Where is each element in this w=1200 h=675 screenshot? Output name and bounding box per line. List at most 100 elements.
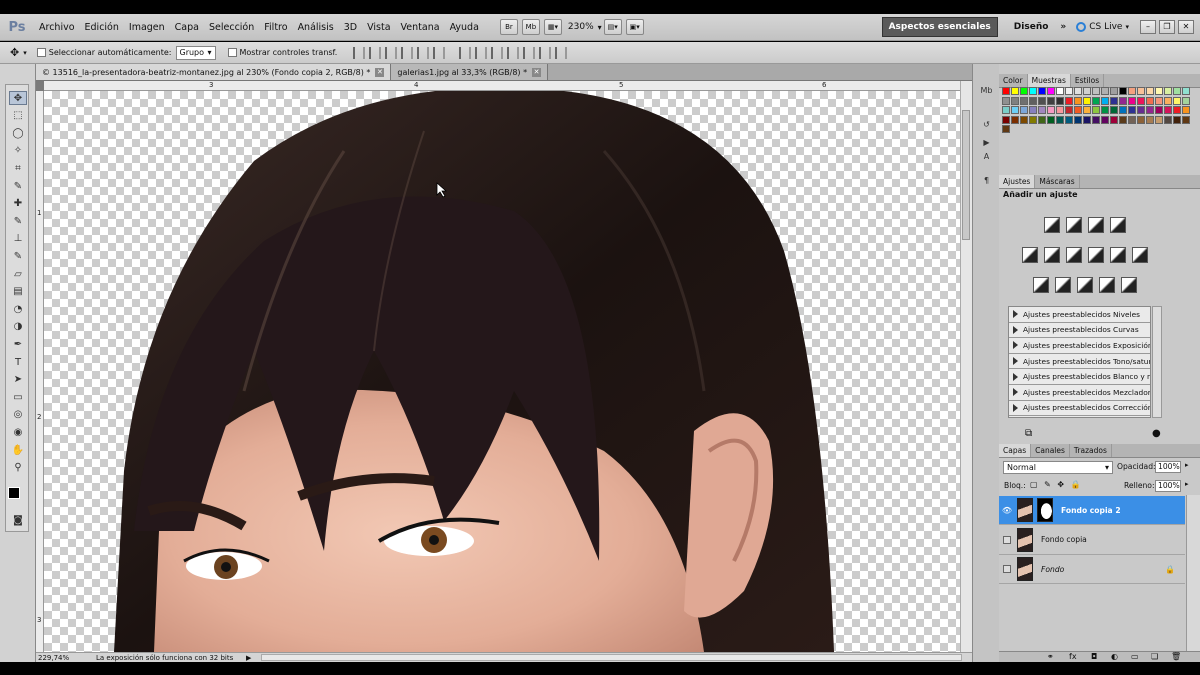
color-swatch[interactable] [1056,87,1064,95]
document-tab[interactable]: galerias1.jpg al 33,3% (RGB/8) * ✕ [391,64,549,80]
expand-arrow-icon[interactable] [1013,388,1018,397]
curves-icon[interactable] [1088,217,1104,233]
color-swatch[interactable] [1011,87,1019,95]
color-swatch[interactable] [1002,115,1010,124]
document-tab[interactable]: © 13516_la-presentadora-beatriz-montanez… [36,64,392,80]
arrange-documents-button[interactable]: ▤▾ [603,19,622,35]
color-swatch[interactable] [1038,115,1046,124]
color-swatch[interactable] [1137,87,1145,95]
color-swatch[interactable] [1155,87,1163,95]
distribute-top-icon[interactable] [459,46,472,59]
blend-mode-dropdown[interactable]: Normal ▾ [1003,461,1113,474]
tab-máscaras[interactable]: Máscaras [1035,175,1080,188]
adjustment-preset-item[interactable]: Ajustes preestablecidos Blanco y ne... [1009,369,1150,385]
color-swatch[interactable] [1020,115,1028,124]
menu-vista[interactable]: Vista [362,22,395,33]
color-swatch[interactable] [1110,87,1118,95]
clone-stamp-tool-icon[interactable]: ⊥ [9,232,27,246]
align-vcenter-icon[interactable] [369,46,382,59]
color-swatch[interactable] [1092,96,1100,105]
color-swatch[interactable] [1101,96,1109,105]
color-swatch[interactable] [1002,106,1010,114]
color-swatch[interactable] [1074,87,1082,95]
menu-ayuda[interactable]: Ayuda [445,22,484,33]
color-swatch[interactable] [1065,115,1073,124]
color-swatch[interactable] [1146,96,1154,105]
color-swatch[interactable] [1155,96,1163,105]
color-swatch[interactable] [1128,96,1136,105]
expand-arrow-icon[interactable] [1013,372,1018,381]
expand-arrow-icon[interactable] [1013,403,1018,412]
color-swatch[interactable] [1146,106,1154,114]
add-mask-icon[interactable]: ◘ [1091,652,1097,661]
tab-canales[interactable]: Canales [1031,444,1070,457]
align-right-icon[interactable] [433,46,446,59]
posterize-icon[interactable] [1055,277,1071,293]
color-swatch[interactable] [1182,115,1190,124]
color-swatch[interactable] [1074,106,1082,114]
menu-ventana[interactable]: Ventana [396,22,445,33]
3d-orbit-tool-icon[interactable]: ◉ [9,425,27,439]
color-swatch[interactable] [1137,96,1145,105]
adjustment-preset-item[interactable]: Ajustes preestablecidos Corrección ... [1009,401,1150,417]
gradient-map-icon[interactable] [1099,277,1115,293]
color-swatch[interactable] [1029,115,1037,124]
visibility-toggle[interactable]: 👁 [999,496,1015,524]
tab-ajustes[interactable]: Ajustes [999,175,1036,188]
menu-filtro[interactable]: Filtro [259,22,292,33]
adjustment-preset-item[interactable]: Ajustes preestablecidos Curvas [1009,323,1150,339]
tab-estilos[interactable]: Estilos [1071,74,1105,87]
status-menu-arrow-icon[interactable]: ▶ [246,654,251,662]
color-swatch[interactable] [1137,106,1145,114]
path-select-tool-icon[interactable]: ➤ [9,373,27,387]
color-swatch[interactable] [1110,96,1118,105]
lock-icons[interactable]: ▢ ✎ ✥ 🔒 [1030,480,1083,489]
color-swatch[interactable] [1119,96,1127,105]
menu-capa[interactable]: Capa [170,22,204,33]
visibility-toggle[interactable] [999,555,1015,583]
color-swatch[interactable] [1056,115,1064,124]
fill-arrow-icon[interactable]: ▸ [1185,480,1189,488]
cs-live-button[interactable]: CS Live ▾ [1076,22,1129,32]
color-swatch[interactable] [1119,106,1127,114]
color-swatch[interactable] [1047,115,1055,124]
color-swatch[interactable] [1029,96,1037,105]
minibridge-panel-icon[interactable]: Mb [979,86,994,100]
adjustment-preset-item[interactable]: Ajustes preestablecidos Niveles [1009,307,1150,323]
history-panel-icon[interactable]: ↺ [979,120,994,134]
color-swatch[interactable] [1092,87,1100,95]
color-swatch[interactable] [1110,115,1118,124]
color-swatch[interactable] [1101,106,1109,114]
shape-tool-icon[interactable]: ▭ [9,390,27,404]
auto-select-checkbox[interactable] [36,48,46,57]
color-swatch[interactable] [1011,96,1019,105]
color-swatch[interactable] [1011,115,1019,124]
view-extras-button[interactable]: ▦▾ [543,19,562,35]
color-swatch[interactable] [1065,106,1073,114]
align-top-icon[interactable] [353,46,366,59]
color-swatch[interactable] [1128,115,1136,124]
color-swatch[interactable] [1038,87,1046,95]
status-h-scroll[interactable] [261,654,962,661]
tab-muestras[interactable]: Muestras [1027,74,1071,87]
auto-align-icon[interactable] [555,46,568,59]
close-button[interactable]: ✕ [1178,20,1194,34]
menu-imagen[interactable]: Imagen [124,22,170,33]
color-swatch[interactable] [1047,106,1055,114]
menu-selección[interactable]: Selección [204,22,259,33]
color-swatch[interactable] [1137,115,1145,124]
pen-tool-icon[interactable]: ✒ [9,337,27,351]
healing-brush-tool-icon[interactable]: ✚ [9,197,27,211]
hue-saturation-icon[interactable] [1044,247,1060,263]
color-swatch[interactable] [1146,115,1154,124]
expand-arrow-icon[interactable] [1013,341,1018,350]
layer-mask-thumbnail[interactable] [1037,498,1053,522]
color-swatch[interactable] [1038,106,1046,114]
brightness-icon[interactable] [1044,217,1060,233]
color-swatch[interactable] [1056,96,1064,105]
minimize-button[interactable]: – [1140,20,1156,34]
new-adjustment-icon[interactable]: ◐ [1111,652,1118,661]
quick-mask-icon[interactable]: ◙ [9,513,27,527]
blur-tool-icon[interactable]: ◔ [9,302,27,316]
color-swatch[interactable] [1020,87,1028,95]
